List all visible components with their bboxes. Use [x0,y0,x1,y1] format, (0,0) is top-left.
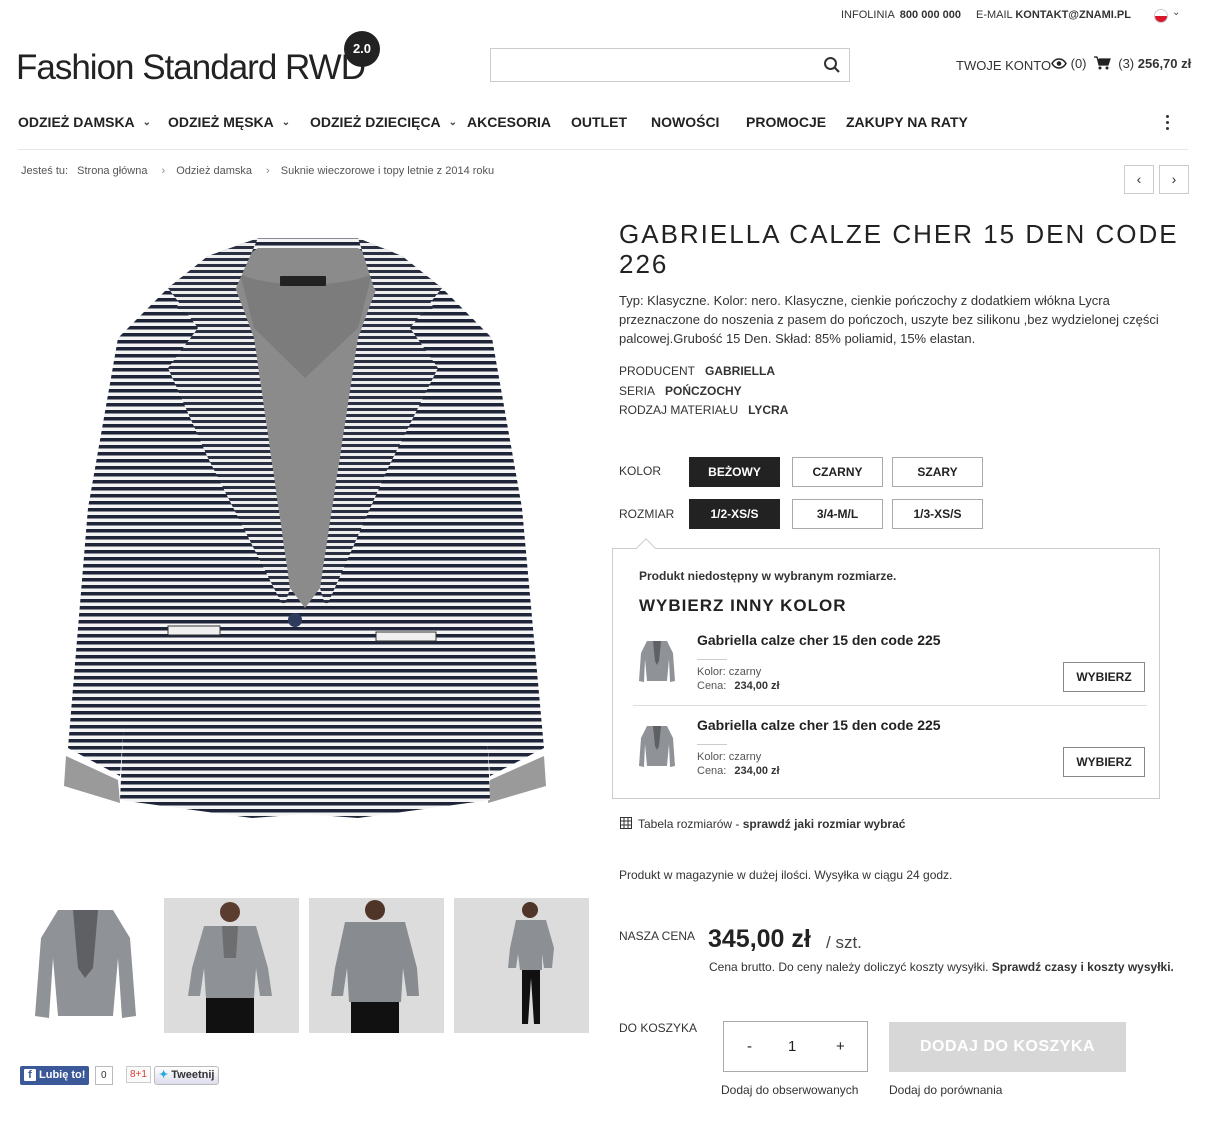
decrement-button[interactable]: - [747,1038,752,1055]
email-link[interactable]: KONTAKT@ZNAMI.PL [1015,9,1131,21]
choose-button[interactable]: WYBIERZ [1063,662,1145,692]
top-bar: INFOLINIA 800 000 000 E-MAIL KONTAKT@ZNAM… [0,7,1208,25]
cart-count: (3) [1118,56,1135,71]
producer-value[interactable]: GABRIELLA [705,364,775,378]
cart-label: DO KOSZYKA [619,1021,698,1035]
hotline-number[interactable]: 800 000 000 [900,9,961,21]
add-to-cart-button[interactable]: DODAJ DO KOSZYKA [889,1022,1126,1072]
chevron-down-icon: ⌄ [448,117,458,128]
product-title: GABRIELLA CALZE CHER 15 DEN CODE 226 [619,219,1179,279]
alternative-item: Gabriella calze cher 15 den code 225 Kol… [633,629,1147,707]
breadcrumb-item[interactable]: Strona główna [77,165,147,177]
alternative-thumbnail[interactable] [637,722,677,772]
material-row: RODZAJ MATERIAŁU LYCRA [619,403,789,417]
nav-item-outlet[interactable]: OUTLET [571,114,627,130]
material-value[interactable]: LYCRA [748,403,788,417]
price-label: NASZA CENA [619,929,696,943]
color-option-beige[interactable]: BEŻOWY [689,457,780,487]
chevron-right-icon: › [161,165,166,177]
alternative-name[interactable]: Gabriella calze cher 15 den code 225 [697,717,941,733]
size-option-2[interactable]: 3/4-M/L [792,499,883,529]
choose-button[interactable]: WYBIERZ [1063,747,1145,777]
twitter-icon: ✦ [159,1069,169,1081]
facebook-like-count: 0 [95,1066,113,1085]
cart-link[interactable]: (3) 256,70 zł [1094,56,1191,71]
search-icon[interactable] [823,56,841,74]
series-value[interactable]: POŃCZOCHY [665,384,742,398]
thumbnail-3[interactable] [309,898,444,1033]
account-link[interactable]: TWOJE KONTO [956,58,1051,73]
price-note: Cena brutto. Do ceny należy doliczyć kos… [709,960,1174,974]
nav-item-accessories[interactable]: AKCESORIA [467,114,551,130]
google-plus-button[interactable]: 8+1 [126,1066,151,1083]
table-icon [620,817,632,829]
breadcrumb-item[interactable]: Suknie wieczorowe i topy letnie z 2014 r… [281,165,494,177]
size-option-3[interactable]: 1/3-XS/S [892,499,983,529]
tweet-button[interactable]: ✦ Tweetnij [154,1066,220,1085]
price-unit: / szt. [826,933,862,952]
size-label: ROZMIAR [619,507,675,521]
alternative-name[interactable]: Gabriella calze cher 15 den code 225 [697,632,941,648]
more-menu-icon[interactable] [1166,115,1170,133]
shipping-link[interactable]: Sprawdź czasy i koszty wysyłki. [992,960,1174,974]
email-contact: E-MAIL KONTAKT@ZNAMI.PL [976,9,1131,21]
product-price: 345,00 zł [708,925,811,953]
language-flag-icon[interactable] [1154,9,1168,23]
cart-icon [1094,56,1111,70]
version-badge: 2.0 [344,31,380,67]
main-nav: ODZIEŻ DAMSKA ⌄ ODZIEŻ MĘSKA ⌄ ODZIEŻ DZIE… [18,114,1188,134]
add-to-compare-link[interactable]: Dodaj do porównania [889,1083,1002,1097]
popup-title: WYBIERZ INNY KOLOR [639,596,847,615]
alternative-color: Kolor: czarny [697,666,762,678]
size-option-1[interactable]: 1/2-XS/S [689,499,780,529]
chevron-down-icon: ⌄ [142,117,152,128]
chevron-down-icon: ⌄ [281,117,291,128]
nav-item-women[interactable]: ODZIEŻ DAMSKA ⌄ [18,114,151,130]
increment-button[interactable]: + [836,1038,845,1055]
alternative-price: Cena: 234,00 zł [697,765,780,777]
nav-item-men[interactable]: ODZIEŻ MĘSKA ⌄ [168,114,290,130]
site-logo[interactable]: Fashion Standard RWD [16,48,366,88]
alternative-color: Kolor: czarny [697,751,762,763]
watch-count: (0) [1070,56,1087,71]
unavailable-size-popup: Produkt niedostępny w wybranym rozmiarze… [612,538,1160,799]
color-option-grey[interactable]: SZARY [892,457,983,487]
add-to-watchlist-link[interactable]: Dodaj do obserwowanych [721,1083,858,1097]
unavailable-message: Produkt niedostępny w wybranym rozmiarze… [639,569,897,583]
alternative-price: Cena: 234,00 zł [697,680,780,692]
stock-info: Produkt w magazynie w dużej ilości. Wysy… [619,868,953,882]
nav-item-new[interactable]: NOWOŚCI [651,114,719,130]
thumbnail-4[interactable] [454,898,589,1033]
quantity-input[interactable]: 1 [788,1038,796,1055]
color-label: KOLOR [619,464,662,478]
facebook-like-button[interactable]: f Lubię to! [20,1066,90,1085]
nav-item-promotions[interactable]: PROMOCJE [746,114,826,130]
eye-icon [1051,58,1067,69]
cart-total: 256,70 zł [1137,56,1192,71]
product-description: Typ: Klasyczne. Kolor: nero. Klasyczne, … [619,293,1159,346]
color-option-black[interactable]: CZARNY [792,457,883,487]
hotline: INFOLINIA 800 000 000 [841,9,961,21]
next-product-button[interactable]: › [1159,165,1189,194]
facebook-icon: f [24,1069,36,1081]
chevron-down-icon[interactable]: ⌄ [1172,7,1180,18]
product-main-image[interactable] [58,228,552,828]
divider [18,149,1188,150]
breadcrumb: Jesteś tu: Strona główna › Odzież damska ›… [21,165,495,177]
breadcrumb-item[interactable]: Odzież damska [176,165,252,177]
chevron-right-icon: › [266,165,270,177]
search-input[interactable] [490,48,850,82]
series-row: SERIA POŃCZOCHY [619,384,742,398]
watchlist-link[interactable]: (0) [1051,56,1087,71]
thumbnail-2[interactable] [164,898,299,1033]
thumbnail-1[interactable] [18,898,153,1033]
alternative-thumbnail[interactable] [637,637,677,687]
quantity-stepper: - 1 + [723,1021,868,1072]
prev-product-button[interactable]: ‹ [1124,165,1154,194]
size-table-link[interactable]: Tabela rozmiarów - sprawdź jaki rozmiar … [620,817,905,831]
alternative-item: Gabriella calze cher 15 den code 225 Kol… [633,714,1147,792]
nav-item-installments[interactable]: ZAKUPY NA RATY [846,114,968,130]
producer-row: PRODUCENT GABRIELLA [619,364,776,378]
nav-item-kids[interactable]: ODZIEŻ DZIECIĘCA ⌄ [310,114,457,130]
